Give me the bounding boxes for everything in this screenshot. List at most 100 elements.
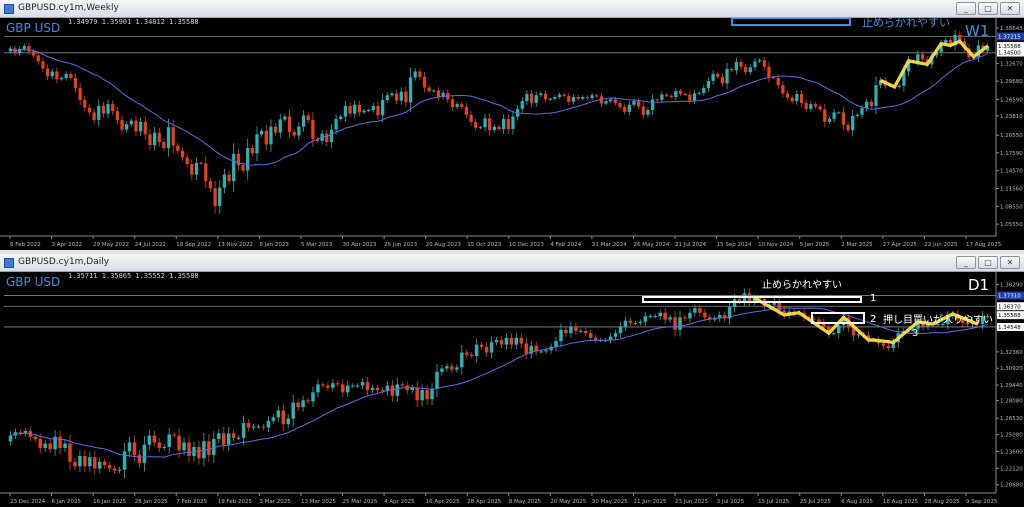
time-tick-label: 17 Aug 2025 <box>966 242 1002 248</box>
price-tick-label: 1.11560 <box>1000 187 1023 193</box>
candle-body <box>692 93 697 101</box>
candle-body <box>855 114 859 116</box>
candle-body <box>50 71 54 77</box>
time-tick-label: 20 Aug 2023 <box>426 242 462 248</box>
weekly-chart-area[interactable]: 1.38645 1.32670 1.29680 1.26590 1.23810 1.205… <box>0 18 1024 250</box>
candle-body <box>460 104 464 108</box>
candle-body <box>674 91 678 97</box>
candle-body <box>63 443 67 449</box>
candle-body <box>390 385 395 396</box>
candle-body <box>590 95 594 99</box>
candle-body <box>199 162 203 164</box>
candle-body <box>73 78 78 89</box>
candle-body <box>269 126 273 145</box>
price-tag-label: 1.34548 <box>998 325 1021 331</box>
candle-body <box>628 320 633 323</box>
weekly-chart-window[interactable]: GBPUSD.cy1m,Weekly _ □ ✕ 1.34979 1.35901… <box>0 0 1024 250</box>
time-tick-label: 30 Apr 2023 <box>343 242 378 248</box>
daily-chart-area[interactable]: 1.382901.356601.323601.309201.294401.280… <box>0 272 1024 507</box>
candle-body <box>102 461 107 466</box>
price-tag-label: 1.34500 <box>998 51 1021 57</box>
candle-body <box>286 418 290 425</box>
candle-body <box>139 121 143 132</box>
candle-body <box>420 390 424 401</box>
candle-body <box>27 46 31 52</box>
candle-body <box>817 319 821 322</box>
candle-body <box>177 435 181 451</box>
candle-body <box>208 181 213 189</box>
candle-body <box>595 95 599 97</box>
weekly-chart-svg[interactable]: 1.38645 1.32670 1.29680 1.26590 1.23810 1.205… <box>0 18 1024 250</box>
minimize-button[interactable]: _ <box>956 256 976 269</box>
candle-body <box>162 142 166 148</box>
daily-window-titlebar[interactable]: GBPUSD.cy1m,Daily _ □ ✕ <box>0 254 1024 272</box>
time-tick-label: 13 Mar 2025 <box>301 499 336 505</box>
candle-body <box>107 465 112 469</box>
candle-body <box>432 90 436 92</box>
candle-body <box>101 105 106 114</box>
candle-body <box>673 317 677 330</box>
candle-body <box>92 112 96 121</box>
weekly-window-titlebar[interactable]: GBPUSD.cy1m,Weekly _ □ ✕ <box>0 0 1024 18</box>
candle-body <box>306 115 310 121</box>
candle-body <box>236 437 241 439</box>
candle-body <box>658 312 662 317</box>
timeframe-label: D1 <box>968 276 989 294</box>
candle-body <box>194 162 199 175</box>
time-tick-label: 29 May 2022 <box>93 242 129 248</box>
candle-body <box>585 96 590 99</box>
candle-body <box>64 73 68 79</box>
candle-body <box>385 95 389 100</box>
candle-body <box>632 101 636 105</box>
candle-body <box>306 400 310 402</box>
candle-body <box>886 345 891 348</box>
price-tick-label: 1.14570 <box>1000 169 1023 175</box>
resistance-zone-box <box>642 296 862 303</box>
candle-body <box>187 442 191 457</box>
time-tick-label: 25 Mar 2025 <box>343 499 378 505</box>
candles-group <box>8 29 990 214</box>
candle-body <box>613 99 617 103</box>
candle-body <box>348 105 352 114</box>
price-tick-label: 1.28080 <box>1000 399 1023 405</box>
candle-body <box>623 107 627 112</box>
candle-body <box>261 426 266 428</box>
candle-body <box>589 333 593 338</box>
candle-body <box>474 121 478 128</box>
candle-body <box>664 94 669 96</box>
price-tick-label: 1.38290 <box>1000 282 1023 288</box>
candle-body <box>425 390 429 400</box>
minimize-button[interactable]: _ <box>956 2 976 15</box>
candle-body <box>562 94 566 96</box>
candle-body <box>69 73 73 79</box>
price-tick-label: 1.22120 <box>1000 466 1023 472</box>
time-tick-label: 13 Nov 2022 <box>218 242 253 248</box>
candle-body <box>539 351 543 353</box>
daily-chart-svg[interactable]: 1.382901.356601.323601.309201.294401.280… <box>0 272 1024 507</box>
candle-body <box>148 134 152 146</box>
candle-body <box>365 382 370 391</box>
candle-body <box>134 120 138 132</box>
marker-2-label: 2 <box>870 314 876 325</box>
candle-body <box>367 110 371 112</box>
candle-body <box>408 77 413 103</box>
candle-body <box>650 99 655 111</box>
candle-body <box>73 461 77 467</box>
maximize-button[interactable]: □ <box>978 256 998 269</box>
candle-body <box>152 435 157 443</box>
candle-body <box>413 71 417 78</box>
time-tick-label: 15 Oct 2023 <box>467 242 502 248</box>
candle-body <box>36 55 40 62</box>
candle-body <box>544 350 548 352</box>
price-tick-label: 1.05550 <box>1000 222 1023 228</box>
support-annotation: 押し目買いが入りやすい <box>883 313 993 326</box>
daily-chart-window[interactable]: GBPUSD.cy1m,Daily _ □ ✕ 1.35711 1.35865 … <box>0 254 1024 507</box>
candle-body <box>688 94 692 101</box>
candle-body <box>127 442 132 452</box>
maximize-button[interactable]: □ <box>978 2 998 15</box>
candle-body <box>511 116 515 129</box>
close-button[interactable]: ✕ <box>1000 2 1020 15</box>
time-tick-label: 3 Jul 2025 <box>717 499 745 505</box>
close-button[interactable]: ✕ <box>1000 256 1020 269</box>
candle-body <box>58 436 62 449</box>
